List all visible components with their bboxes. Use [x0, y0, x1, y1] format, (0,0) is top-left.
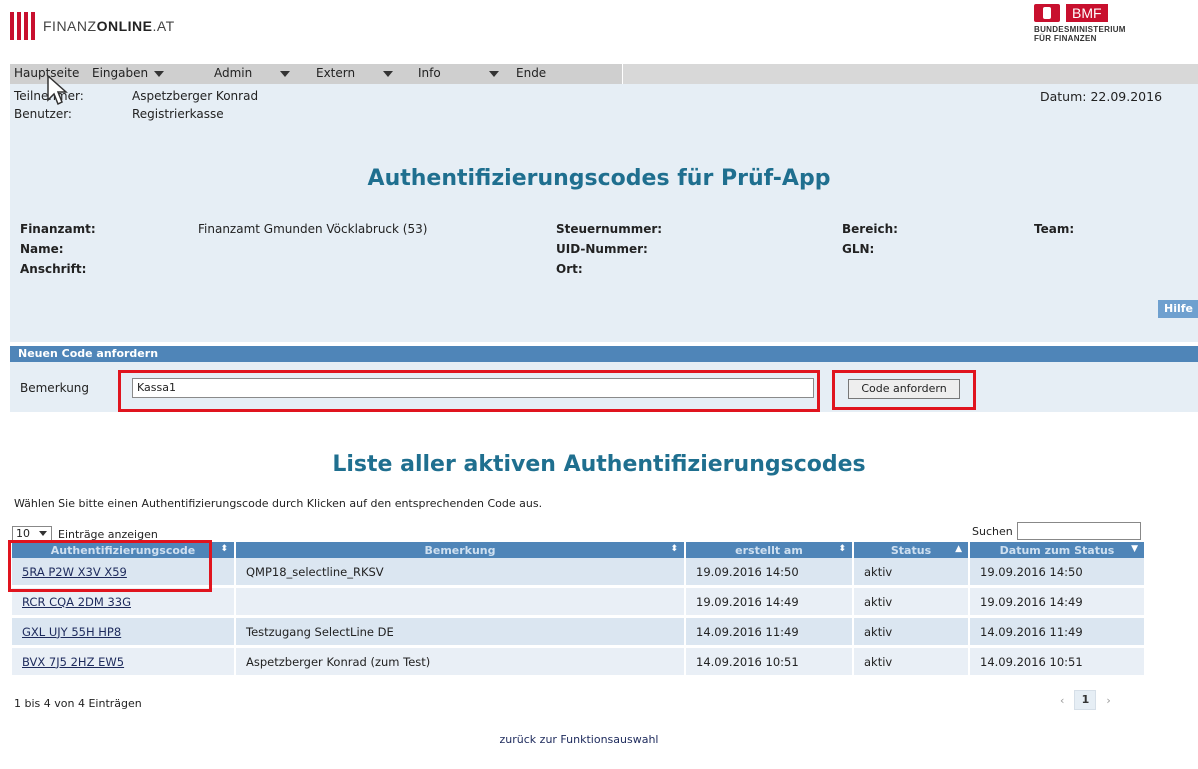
menu-admin[interactable]: Admin	[214, 66, 291, 80]
code-link[interactable]: GXL UJY 55H HP8	[22, 625, 121, 639]
search-input[interactable]	[1016, 522, 1141, 540]
mouse-cursor-icon	[47, 74, 68, 106]
table-row: RCR CQA 2DM 33G 19.09.2016 14:49 aktiv 1…	[12, 588, 1146, 618]
back-link-wrap: zurück zur Funktionsauswahl	[0, 733, 1158, 746]
remark-cell: QMP18_selectline_RKSV	[236, 558, 686, 588]
bereich-label: Bereich:	[842, 222, 898, 236]
code-highlight	[8, 540, 212, 592]
code-link[interactable]: BVX 7J5 2HZ EW5	[22, 655, 124, 669]
request-code-button[interactable]: Code anfordern	[848, 379, 960, 399]
bmf-logo: BMF BUNDESMINISTERIUM FÜR FINANZEN	[1034, 4, 1174, 43]
chevron-down-icon	[154, 70, 165, 77]
sort-desc-icon: ▼	[1131, 544, 1138, 554]
code-cell: BVX 7J5 2HZ EW5	[12, 648, 236, 678]
chevron-down-icon	[383, 70, 394, 77]
status-cell: aktiv	[854, 558, 970, 588]
search-label: Suchen	[972, 524, 1013, 538]
chevron-down-icon	[280, 70, 291, 77]
user-label: Benutzer:	[14, 107, 72, 121]
anschrift-label: Anschrift:	[20, 262, 87, 276]
col-header-remark[interactable]: Bemerkung ⬍	[236, 542, 686, 558]
menu-ende[interactable]: Ende	[516, 66, 546, 80]
new-code-header: Neuen Code anfordern	[10, 346, 1198, 362]
sort-icon: ⬍	[670, 544, 678, 554]
table-row: BVX 7J5 2HZ EW5 Aspetzberger Konrad (zum…	[12, 648, 1146, 678]
col-header-status[interactable]: Status ▲	[854, 542, 970, 558]
gln-label: GLN:	[842, 242, 875, 256]
sort-asc-icon: ▲	[955, 544, 962, 554]
menu-eingaben[interactable]: Eingaben	[92, 66, 165, 80]
team-label: Team:	[1034, 222, 1075, 236]
status-cell: aktiv	[854, 648, 970, 678]
uid-label: UID-Nummer:	[556, 242, 648, 256]
help-button[interactable]: Hilfe	[1158, 300, 1198, 318]
sort-icon: ⬍	[838, 544, 846, 554]
status-cell: aktiv	[854, 588, 970, 618]
list-title: Liste aller aktiven Authentifizierungsco…	[332, 452, 866, 477]
remark-label: Bemerkung	[20, 381, 90, 395]
status-date-cell: 14.09.2016 11:49	[970, 618, 1146, 648]
code-link[interactable]: RCR CQA 2DM 33G	[22, 595, 131, 609]
remark-input[interactable]: Kassa1	[132, 378, 814, 398]
steuernummer-label: Steuernummer:	[556, 222, 663, 236]
length-label: Einträge anzeigen	[58, 527, 158, 541]
menu-extern[interactable]: Extern	[316, 66, 394, 80]
bmf-label: BMF	[1066, 4, 1108, 22]
menu-filler	[623, 64, 1198, 84]
instruction-text: Wählen Sie bitte einen Authentifizierung…	[14, 497, 543, 510]
chevron-down-icon	[488, 70, 499, 77]
created-cell: 14.09.2016 10:51	[686, 648, 854, 678]
search-control: Suchen	[972, 522, 1141, 540]
main-panel	[10, 84, 1198, 342]
next-page-button[interactable]: ›	[1106, 694, 1110, 707]
sort-icon: ⬍	[220, 544, 228, 554]
code-cell: GXL UJY 55H HP8	[12, 618, 236, 648]
status-date-cell: 19.09.2016 14:50	[970, 558, 1146, 588]
top-header: FINANZONLINE.AT BMF BUNDESMINISTERIUM FÜ…	[0, 0, 1198, 60]
logo-text: FINANZONLINE.AT	[43, 18, 175, 34]
back-to-functions-link[interactable]: zurück zur Funktionsauswahl	[500, 733, 659, 746]
table-row: GXL UJY 55H HP8 Testzugang SelectLine DE…	[12, 618, 1146, 648]
col-header-status-date[interactable]: Datum zum Status ▼	[970, 542, 1146, 558]
user-value: Registrierkasse	[132, 107, 224, 121]
date-label: Datum: 22.09.2016	[1040, 89, 1163, 104]
remark-cell	[236, 588, 686, 618]
menu-info[interactable]: Info	[418, 66, 499, 80]
remark-cell: Aspetzberger Konrad (zum Test)	[236, 648, 686, 678]
name-label: Name:	[20, 242, 64, 256]
code-cell: RCR CQA 2DM 33G	[12, 588, 236, 618]
col-header-created[interactable]: erstellt am ⬍	[686, 542, 854, 558]
prev-page-button[interactable]: ‹	[1060, 694, 1064, 707]
table-info: 1 bis 4 von 4 Einträgen	[14, 697, 142, 710]
created-cell: 14.09.2016 11:49	[686, 618, 854, 648]
status-cell: aktiv	[854, 618, 970, 648]
eagle-icon	[1034, 4, 1060, 22]
status-date-cell: 14.09.2016 10:51	[970, 648, 1146, 678]
status-date-cell: 19.09.2016 14:49	[970, 588, 1146, 618]
participant-value: Aspetzberger Konrad	[132, 89, 259, 103]
ort-label: Ort:	[556, 262, 583, 276]
main-menu: Hauptseite Eingaben Admin Extern Info En…	[10, 64, 1198, 84]
logo-bars-icon	[10, 12, 35, 40]
created-cell: 19.09.2016 14:50	[686, 558, 854, 588]
page-1-button[interactable]: 1	[1074, 690, 1097, 710]
finanzamt-label: Finanzamt:	[20, 222, 96, 236]
finanzamt-value: Finanzamt Gmunden Vöcklabruck (53)	[198, 222, 428, 236]
finanzonline-logo[interactable]: FINANZONLINE.AT	[10, 12, 175, 40]
bmf-subtitle: BUNDESMINISTERIUM FÜR FINANZEN	[1034, 25, 1126, 43]
created-cell: 19.09.2016 14:49	[686, 588, 854, 618]
remark-cell: Testzugang SelectLine DE	[236, 618, 686, 648]
page-title: Authentifizierungscodes für Prüf-App	[367, 166, 831, 191]
pagination: ‹ 1 ›	[1060, 690, 1111, 710]
